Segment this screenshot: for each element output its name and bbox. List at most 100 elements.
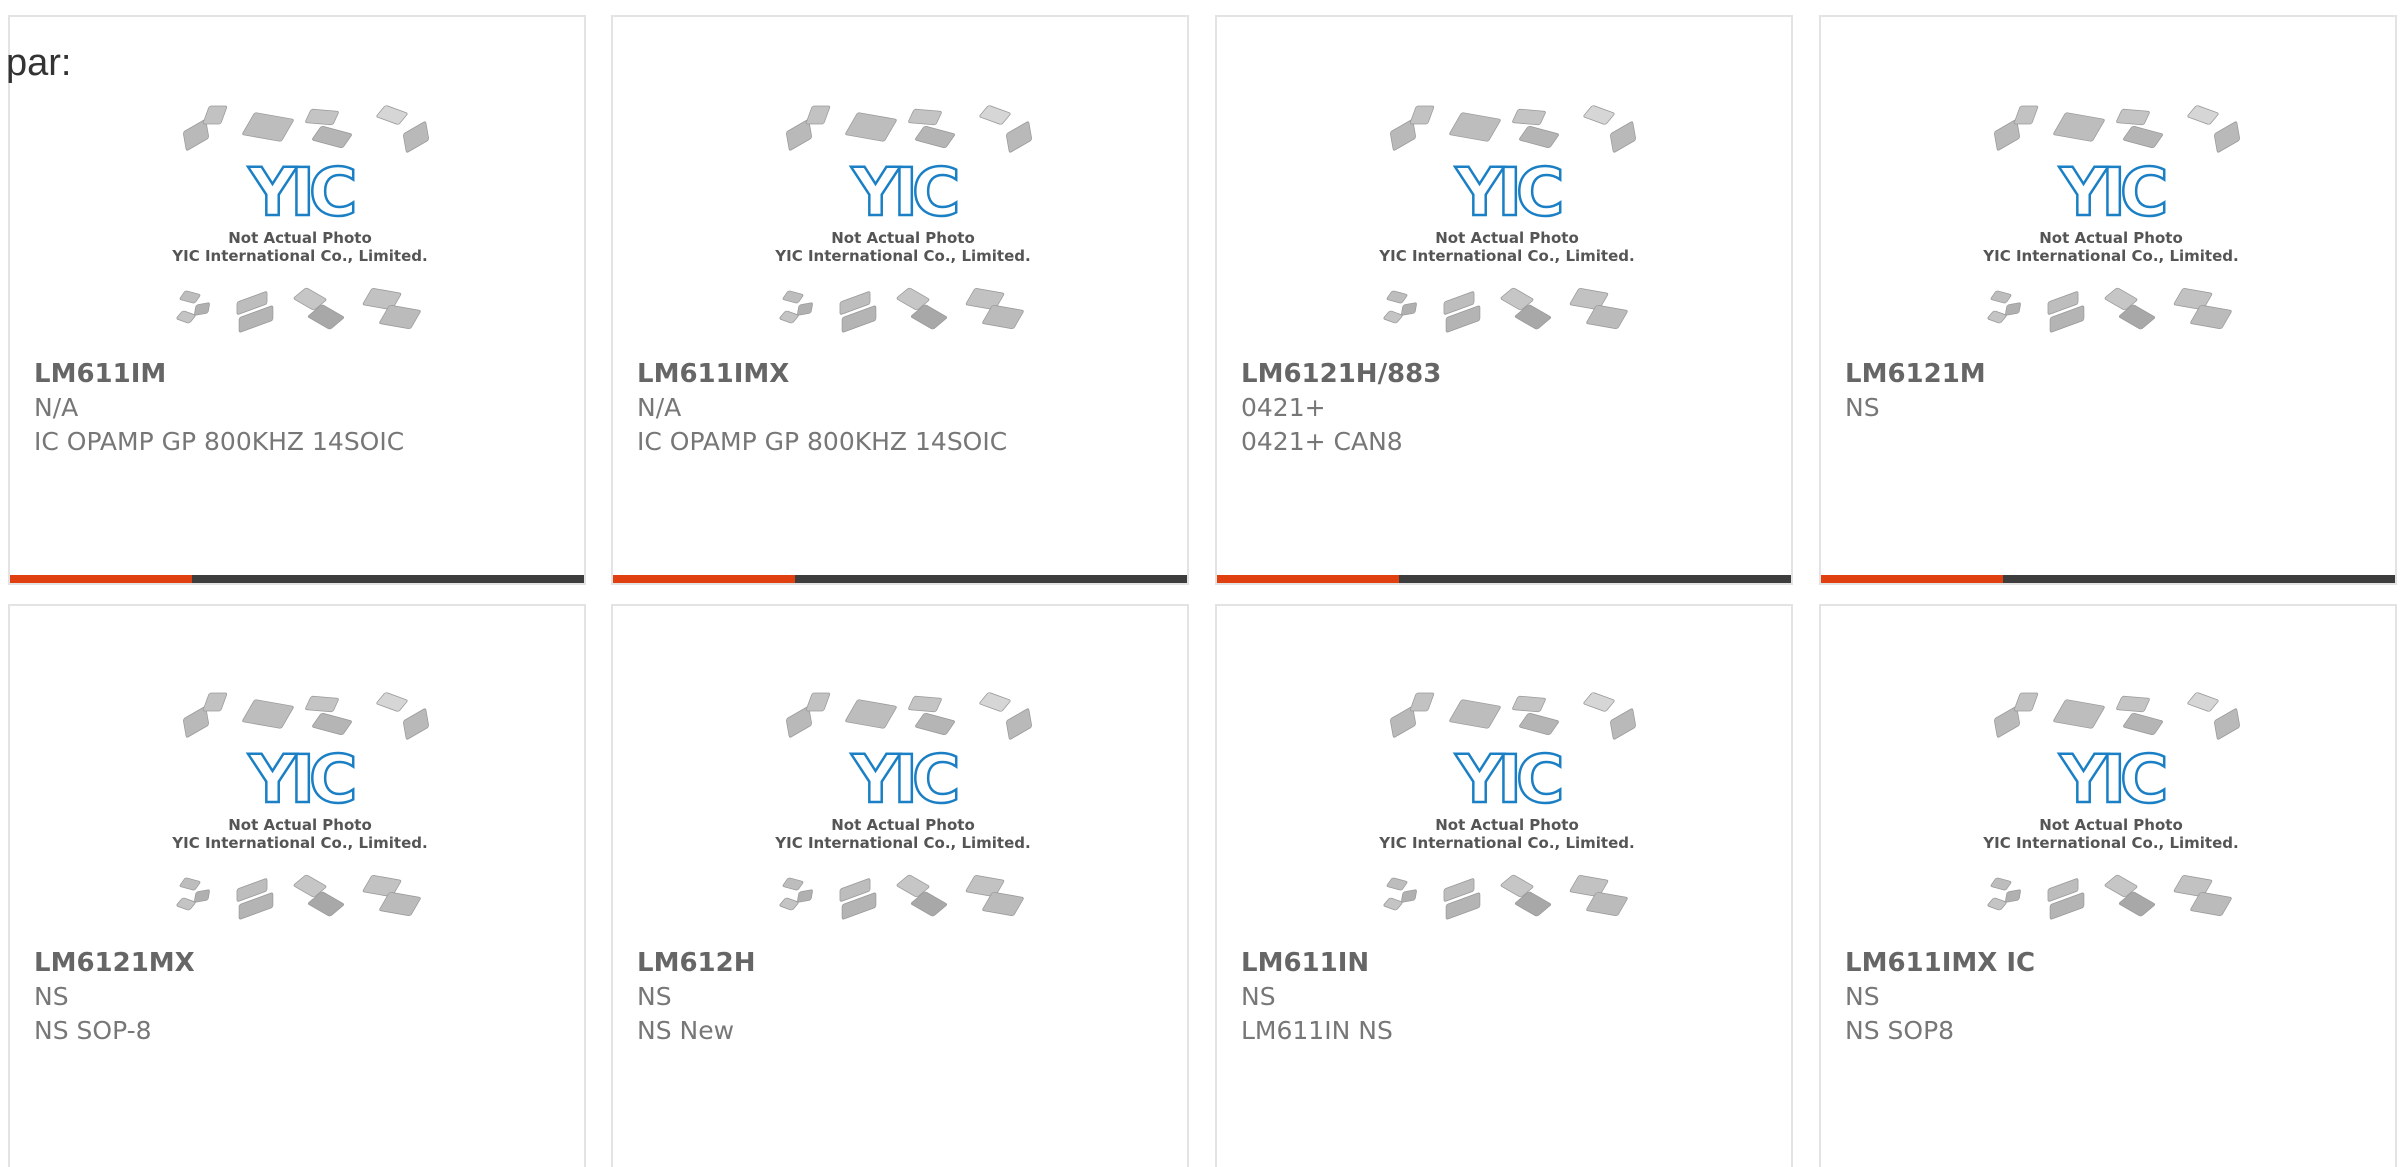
ic-placeholder-image: YICNot Actual PhotoYIC International Co.… [171, 105, 429, 333]
card-accent-bar [1217, 575, 1399, 583]
chip-icon [305, 108, 339, 126]
part-number-link[interactable]: LM611IMX [637, 357, 1177, 391]
thumbnail-caption-line1: Not Actual Photo [831, 229, 975, 247]
chip-icon [979, 105, 1011, 125]
thumbnail-caption-line1: Not Actual Photo [831, 816, 975, 834]
part-number-link[interactable]: LM611IMX IC [1845, 946, 2385, 980]
product-thumbnail[interactable]: YIC Not Actual Photo YIC International Co.… [1971, 105, 2251, 350]
thumbnail-caption-line2: YIC International Co., Limited. [1982, 834, 2238, 852]
yic-logo: YIC [1455, 154, 1561, 231]
chip-icon [376, 105, 408, 125]
card-bottom-bar [1821, 575, 2395, 583]
product-thumbnail[interactable]: YIC Not Actual Photo YIC International Co.… [1971, 692, 2251, 937]
product-card[interactable]: YIC Not Actual Photo YIC International Co.… [8, 15, 586, 585]
chip-icon [403, 121, 429, 153]
ic-placeholder-image: YICNot Actual PhotoYIC International Co.… [1378, 692, 1636, 920]
product-thumbnail[interactable]: YIC Not Actual Photo YIC International Co.… [1367, 692, 1647, 937]
card-bottom-bar [613, 575, 1187, 583]
chip-icon [805, 105, 831, 125]
chip-icon [2214, 708, 2240, 740]
part-number-link[interactable]: LM611IN [1241, 946, 1781, 980]
chip-icon [1409, 105, 1435, 125]
product-thumbnail[interactable]: YIC Not Actual Photo YIC International Co.… [160, 692, 440, 937]
card-bottom-bar [10, 575, 584, 583]
chip-icon [1990, 290, 2012, 304]
chip-icon [376, 692, 408, 712]
chip-icon [2214, 121, 2240, 153]
chip-icon [782, 290, 804, 304]
part-number-link[interactable]: LM611IM [34, 357, 574, 391]
card-accent-bar [613, 575, 795, 583]
product-card[interactable]: YIC Not Actual Photo YIC International Co.… [1819, 604, 2397, 1167]
chip-icon [1383, 897, 1403, 911]
yic-logo: YIC [851, 741, 957, 818]
product-thumbnail[interactable]: YIC Not Actual Photo YIC International Co.… [763, 105, 1043, 350]
thumbnail-caption-line2: YIC International Co., Limited. [774, 247, 1030, 265]
product-card[interactable]: YIC Not Actual Photo YIC International Co.… [611, 15, 1189, 585]
product-info: LM611IN NS LM611IN NS [1241, 946, 1781, 1048]
thumbnail-caption-line2: YIC International Co., Limited. [1378, 247, 1634, 265]
chip-icon [1583, 692, 1615, 712]
yic-logo: YIC [248, 741, 354, 818]
chip-icon [176, 897, 196, 911]
thumbnail-caption-line2: YIC International Co., Limited. [171, 834, 427, 852]
chip-icon [915, 712, 955, 736]
card-accent-bar [1821, 575, 2003, 583]
product-thumbnail[interactable]: YIC Not Actual Photo YIC International Co.… [160, 105, 440, 350]
card-bottom-bar [1217, 575, 1791, 583]
chip-icon [403, 708, 429, 740]
manufacturer-text: NS [1845, 982, 1880, 1011]
product-card[interactable]: YIC Not Actual Photo YIC International Co.… [1819, 15, 2397, 585]
chip-icon [797, 302, 813, 316]
part-number-link[interactable]: LM6121M [1845, 357, 2385, 391]
chip-icon [1519, 125, 1559, 149]
chip-icon [908, 108, 942, 126]
part-number-link[interactable]: LM6121H/883 [1241, 357, 1781, 391]
chip-icon [1386, 290, 1408, 304]
chip-icon [1386, 877, 1408, 891]
manufacturer-text: N/A [637, 393, 682, 422]
chip-icon [2013, 692, 2039, 712]
chip-icon [845, 699, 897, 729]
product-card[interactable]: YIC Not Actual Photo YIC International Co.… [611, 604, 1189, 1167]
chip-icon [202, 105, 228, 125]
chip-icon [2116, 108, 2150, 126]
thumbnail-caption-line1: Not Actual Photo [1435, 816, 1579, 834]
product-info: LM6121M NS [1845, 357, 2385, 425]
product-card[interactable]: YIC Not Actual Photo YIC International Co.… [1215, 15, 1793, 585]
manufacturer-text: NS [637, 982, 672, 1011]
thumbnail-caption-line1: Not Actual Photo [2039, 816, 2183, 834]
yic-logo: YIC [1455, 741, 1561, 818]
ic-placeholder-image: YICNot Actual PhotoYIC International Co.… [171, 692, 429, 920]
manufacturer-text: N/A [34, 393, 79, 422]
chip-icon [2187, 692, 2219, 712]
product-info: LM611IMX IC NS NS SOP8 [1845, 946, 2385, 1048]
product-grid-page: par: YIC Not Actual Photo YIC Internationa… [0, 0, 2400, 1167]
chip-icon [1449, 699, 1501, 729]
chip-icon [179, 290, 201, 304]
product-grid: YIC Not Actual Photo YIC International Co.… [0, 0, 2400, 1167]
manufacturer-text: NS [1241, 982, 1276, 1011]
chip-icon [1401, 302, 1417, 316]
product-info: LM6121H/883 0421+ 0421+ CAN8 [1241, 357, 1781, 459]
thumbnail-caption-line2: YIC International Co., Limited. [1982, 247, 2238, 265]
chip-icon [312, 712, 352, 736]
product-card[interactable]: YIC Not Actual Photo YIC International Co.… [8, 604, 586, 1167]
chip-icon [782, 877, 804, 891]
chip-icon [2187, 105, 2219, 125]
chip-icon [1512, 695, 1546, 713]
chip-icon [179, 877, 201, 891]
product-thumbnail[interactable]: YIC Not Actual Photo YIC International Co.… [1367, 105, 1647, 350]
manufacturer-text: NS [1845, 393, 1880, 422]
product-card[interactable]: YIC Not Actual Photo YIC International Co.… [1215, 604, 1793, 1167]
product-thumbnail[interactable]: YIC Not Actual Photo YIC International Co.… [763, 692, 1043, 937]
yic-logo: YIC [851, 154, 957, 231]
card-accent-bar [10, 575, 192, 583]
description-text: IC OPAMP GP 800KHZ 14SOIC [34, 427, 405, 456]
part-number-link[interactable]: LM612H [637, 946, 1177, 980]
product-info: LM612H NS NS New [637, 946, 1177, 1048]
part-number-link[interactable]: LM6121MX [34, 946, 574, 980]
chip-icon [979, 692, 1011, 712]
chip-icon [1006, 708, 1032, 740]
chip-icon [1409, 692, 1435, 712]
